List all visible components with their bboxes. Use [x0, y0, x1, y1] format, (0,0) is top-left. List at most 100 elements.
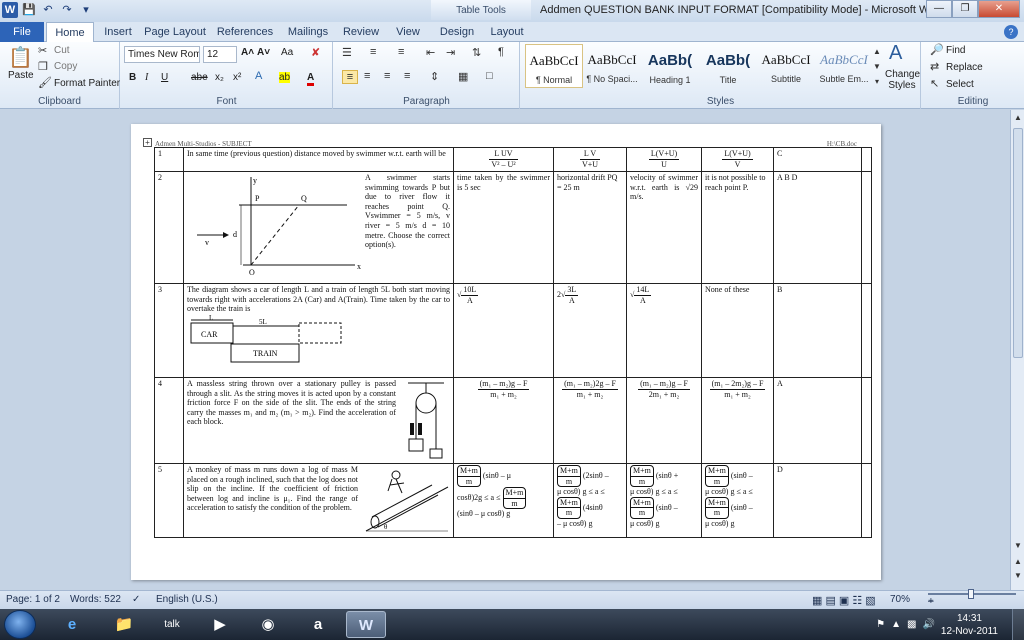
- style-title[interactable]: AaBb(Title: [699, 44, 757, 88]
- tab-mailings[interactable]: Mailings: [282, 22, 334, 42]
- increase-indent-icon[interactable]: ⇥: [446, 46, 455, 59]
- undo-icon[interactable]: ↶: [40, 2, 56, 18]
- document-page[interactable]: + Admen Multi-Studios - SUBJECT H:\CB.do…: [131, 124, 881, 580]
- chrome-icon[interactable]: ◉: [248, 611, 288, 638]
- fraction-denominator: 2m₁ + m₂: [648, 389, 680, 399]
- tab-view[interactable]: View: [388, 22, 428, 42]
- subscript-button[interactable]: x₂: [215, 72, 224, 83]
- show-formatting-icon[interactable]: ¶: [498, 46, 504, 58]
- scroll-down-icon[interactable]: ▼: [1012, 540, 1024, 552]
- a-icon[interactable]: a: [298, 611, 338, 638]
- minimize-button[interactable]: —: [926, 0, 952, 18]
- align-right-icon[interactable]: ≡: [384, 70, 390, 82]
- shrink-font-button[interactable]: A˅: [257, 47, 270, 58]
- superscript-button[interactable]: x²: [233, 72, 241, 83]
- media-icon[interactable]: ▶: [200, 611, 240, 638]
- redo-icon[interactable]: ↷: [59, 2, 75, 18]
- save-icon[interactable]: 💾: [21, 2, 37, 18]
- zoom-level[interactable]: 70%: [890, 594, 910, 605]
- tab-home[interactable]: Home: [46, 22, 94, 43]
- shading-icon[interactable]: ▦: [458, 70, 468, 83]
- next-page-icon[interactable]: ▼: [1012, 570, 1024, 582]
- show-desktop-button[interactable]: [1012, 609, 1024, 640]
- highlight-button[interactable]: ab: [279, 72, 291, 83]
- proofing-icon[interactable]: ✓: [132, 594, 140, 605]
- explorer-icon[interactable]: 📁: [104, 611, 144, 638]
- fraction: M+m m: [630, 465, 654, 488]
- page-count[interactable]: Page: 1 of 2: [6, 594, 60, 605]
- volume-icon[interactable]: 🔊: [922, 619, 934, 630]
- bullets-icon[interactable]: ☰: [342, 46, 352, 59]
- tab-references[interactable]: References: [212, 22, 278, 42]
- talk-icon[interactable]: talk: [152, 611, 192, 638]
- bold-button[interactable]: B: [129, 72, 136, 83]
- zoom-track[interactable]: [928, 589, 1016, 599]
- cut-button[interactable]: Cut: [54, 45, 70, 56]
- customize-qat-icon[interactable]: ▾: [78, 2, 94, 18]
- borders-icon[interactable]: □: [486, 70, 493, 82]
- numbering-icon[interactable]: ≡: [370, 46, 376, 58]
- ie-icon[interactable]: e: [52, 611, 92, 638]
- language-indicator[interactable]: English (U.S.): [156, 594, 218, 605]
- strikethrough-button[interactable]: abe: [191, 72, 208, 83]
- font-color-button[interactable]: A: [307, 72, 315, 86]
- word-icon[interactable]: W: [346, 611, 386, 638]
- style-normal[interactable]: AaBbCcI ¶ Normal: [525, 44, 583, 88]
- vertical-scrollbar[interactable]: ▲ ▼ ▲ ▼: [1010, 110, 1024, 590]
- italic-button[interactable]: I: [145, 72, 148, 83]
- scroll-up-icon[interactable]: ▲: [1012, 112, 1024, 124]
- style-no-spacing[interactable]: AaBbCcI ¶ No Spaci...: [583, 44, 641, 88]
- paste-icon[interactable]: 📋: [8, 45, 33, 70]
- select-button[interactable]: Select: [946, 79, 974, 90]
- word-logo-icon[interactable]: W: [2, 2, 18, 18]
- sort-icon[interactable]: ⇅: [472, 46, 481, 59]
- scrollbar-thumb[interactable]: [1013, 128, 1023, 358]
- flag-icon[interactable]: ⚑: [876, 619, 885, 630]
- question-number: 5: [154, 463, 184, 538]
- grow-font-button[interactable]: A˄: [241, 47, 254, 58]
- start-button[interactable]: [4, 610, 36, 639]
- multilevel-list-icon[interactable]: ≡: [398, 46, 404, 58]
- view-buttons[interactable]: ▦ ▤ ▣ ☷ ▧: [812, 594, 876, 607]
- tab-page-layout[interactable]: Page Layout: [142, 22, 208, 42]
- word-count[interactable]: Words: 522: [70, 594, 121, 605]
- decrease-indent-icon[interactable]: ⇤: [426, 46, 435, 59]
- clock[interactable]: 14:31 12-Nov-2011: [941, 612, 998, 638]
- tab-file[interactable]: File: [0, 22, 44, 42]
- previous-page-icon[interactable]: ▲: [1012, 556, 1024, 568]
- copy-button[interactable]: Copy: [54, 61, 77, 72]
- style-subtle-emphasis[interactable]: AaBbCcI Subtle Em...: [815, 44, 873, 88]
- change-styles-button[interactable]: Change Styles: [885, 69, 920, 91]
- tab-review[interactable]: Review: [338, 22, 384, 42]
- align-left-icon[interactable]: ≡: [342, 70, 358, 84]
- tab-design[interactable]: Design: [434, 22, 480, 42]
- style-subtitle[interactable]: AaBbCcI Subtitle: [757, 44, 815, 88]
- font-name-select[interactable]: Times New Rom: [124, 46, 200, 63]
- zoom-slider[interactable]: – +: [928, 589, 1016, 607]
- network-icon[interactable]: ▩: [907, 619, 916, 630]
- justify-icon[interactable]: ≡: [404, 70, 410, 82]
- tray-arrow-icon[interactable]: ▲: [891, 619, 901, 630]
- help-icon[interactable]: ?: [1004, 25, 1018, 39]
- font-size-select[interactable]: 12: [203, 46, 237, 63]
- restore-button[interactable]: ❐: [952, 0, 978, 18]
- underline-button[interactable]: U: [161, 72, 168, 83]
- question-table[interactable]: 1 In same time (previous question) dista…: [154, 147, 872, 538]
- line-spacing-icon[interactable]: ⇕: [430, 70, 439, 83]
- zoom-in-icon[interactable]: +: [928, 596, 934, 607]
- replace-button[interactable]: Replace: [946, 62, 983, 73]
- change-case-button[interactable]: Aa: [281, 47, 293, 58]
- align-center-icon[interactable]: ≡: [364, 70, 370, 82]
- paste-button[interactable]: Paste: [8, 70, 34, 81]
- zoom-knob[interactable]: [968, 589, 974, 599]
- clear-formatting-icon[interactable]: ✘: [311, 46, 320, 59]
- close-button[interactable]: ✕: [978, 0, 1020, 18]
- style-heading-1[interactable]: AaBb(Heading 1: [641, 44, 699, 88]
- find-button[interactable]: Find: [946, 45, 965, 56]
- styles-scroll-icon[interactable]: ▲ ▼ ▾: [873, 44, 881, 89]
- tab-insert[interactable]: Insert: [96, 22, 140, 42]
- tab-layout[interactable]: Layout: [484, 22, 530, 42]
- text-effects-icon[interactable]: A: [255, 70, 262, 82]
- format-painter-button[interactable]: Format Painter: [54, 78, 120, 89]
- table-move-handle-icon[interactable]: +: [143, 138, 152, 147]
